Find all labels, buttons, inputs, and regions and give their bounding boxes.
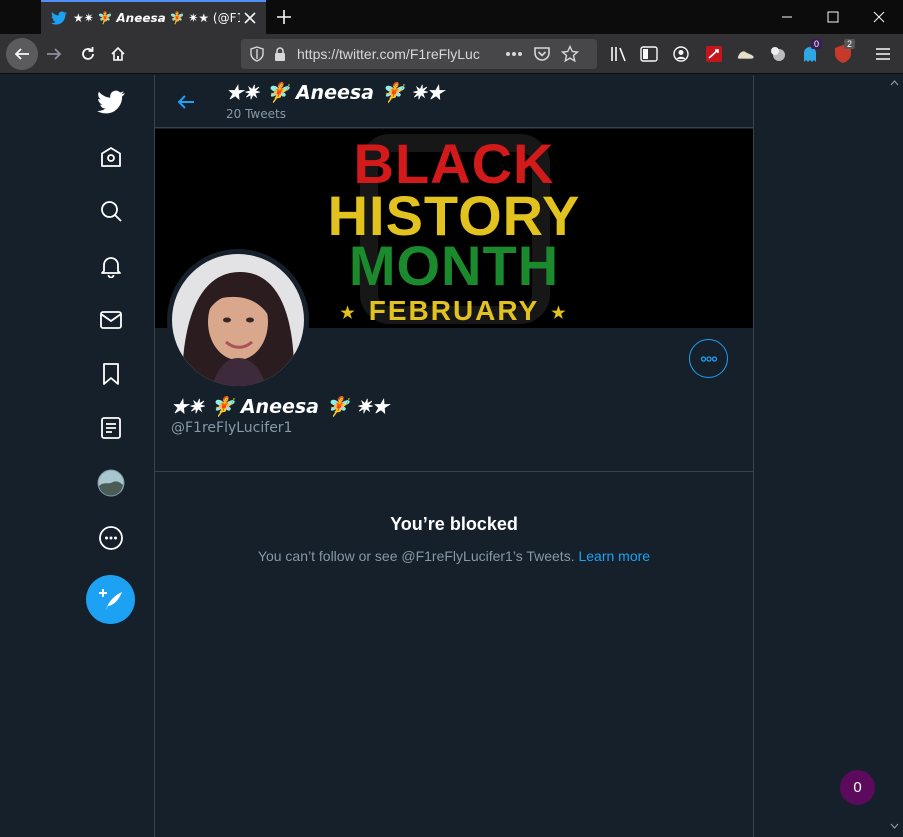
avatar-photo: [172, 254, 304, 386]
ublock-icon[interactable]: 2: [832, 39, 856, 65]
url-text[interactable]: https://twitter.com/F1reFlyLuc: [297, 46, 493, 62]
scroll-up-icon: [890, 80, 899, 86]
ublock-badge: 2: [844, 39, 856, 49]
extension-red-icon[interactable]: [703, 43, 725, 65]
back-button[interactable]: [6, 38, 38, 70]
new-tab-icon[interactable]: [272, 5, 296, 29]
profile-avatar[interactable]: [167, 249, 309, 391]
sidebar-toggle-icon[interactable]: [638, 43, 660, 65]
mail-icon[interactable]: [96, 305, 126, 335]
search-icon[interactable]: [96, 196, 126, 226]
divider: [155, 471, 753, 472]
ghostery-icon[interactable]: 0: [799, 39, 823, 65]
compose-tweet-button[interactable]: [86, 575, 135, 624]
navigation-toolbar: https://twitter.com/F1reFlyLuc 0 2: [0, 34, 903, 74]
profile-more-button[interactable]: [689, 339, 728, 378]
close-tab-icon[interactable]: [240, 8, 260, 28]
ghostery-badge: 0: [811, 39, 823, 49]
account-icon[interactable]: [670, 43, 692, 65]
profile-handle: @F1reFlyLucifer1: [171, 420, 293, 436]
pocket-icon[interactable]: [533, 45, 553, 63]
scroll-down-icon: [890, 823, 899, 829]
hamburger-menu-icon[interactable]: [872, 43, 894, 65]
home-icon[interactable]: [96, 143, 126, 173]
bell-icon[interactable]: [96, 251, 126, 281]
forward-button[interactable]: [38, 38, 70, 70]
profile-header-bar: ★✷ 🧚 𝘼𝙣𝙚𝙚𝙨𝙖 🧚 ✷★ 20 Tweets: [155, 75, 753, 128]
extension-ball-icon[interactable]: [767, 43, 789, 65]
bookmark-icon[interactable]: [96, 359, 126, 389]
header-display-name: ★✷ 🧚 𝘼𝙣𝙚𝙚𝙨𝙖 🧚 ✷★: [226, 82, 444, 104]
main-column: ★✷ 🧚 𝘼𝙣𝙚𝙚𝙨𝙖 🧚 ✷★ 20 Tweets BLACK HISTORY…: [154, 75, 754, 837]
learn-more-link[interactable]: Learn more: [578, 548, 650, 564]
twitter-favicon-icon: [51, 10, 67, 26]
avatar[interactable]: [96, 468, 126, 498]
blocked-message: You can’t follow or see @F1reFlyLucifer1…: [155, 548, 753, 564]
page-scrollbar[interactable]: [886, 75, 903, 837]
floating-counter-badge[interactable]: 0: [840, 770, 875, 805]
banner-line-4-text: FEBRUARY: [368, 295, 540, 326]
twitter-logo-icon[interactable]: [96, 87, 126, 117]
twitter-page: ★✷ 🧚 𝘼𝙣𝙚𝙚𝙨𝙖 🧚 ✷★ 20 Tweets BLACK HISTORY…: [0, 75, 903, 837]
page-actions-icon[interactable]: [505, 51, 525, 57]
close-window-icon[interactable]: [856, 0, 902, 34]
minimize-icon[interactable]: [764, 0, 810, 34]
blocked-message-text: You can’t follow or see @F1reFlyLucifer1…: [257, 548, 575, 564]
more-icon[interactable]: [96, 523, 126, 553]
tracking-shield-icon[interactable]: [249, 46, 265, 62]
reload-icon[interactable]: [72, 38, 104, 70]
tab-title: ★✷ 🧚 𝘼𝙣𝙚𝙚𝙨𝙖 🧚 ✷★ (@F1: [73, 11, 240, 25]
list-icon[interactable]: [96, 413, 126, 443]
compose-icon: [98, 587, 124, 613]
more-dots-icon: [699, 349, 719, 369]
tab-bar: ★✷ 🧚 𝘼𝙣𝙚𝙚𝙨𝙖 🧚 ✷★ (@F1: [0, 0, 903, 34]
star-icon: ★: [340, 304, 357, 322]
back-arrow-icon[interactable]: [173, 89, 199, 115]
home-button-icon[interactable]: [102, 38, 134, 70]
profile-display-name: ★✷ 🧚 𝘼𝙣𝙚𝙚𝙨𝙖 🧚 ✷★: [171, 396, 389, 418]
extension-shoe-icon[interactable]: [735, 43, 757, 65]
browser-tab[interactable]: ★✷ 🧚 𝘼𝙣𝙚𝙚𝙨𝙖 🧚 ✷★ (@F1: [41, 0, 266, 34]
tweet-count: 20 Tweets: [226, 107, 286, 121]
lock-icon[interactable]: [273, 46, 289, 62]
star-icon: ★: [551, 304, 568, 322]
maximize-icon[interactable]: [810, 0, 856, 34]
blocked-title: You’re blocked: [390, 514, 518, 534]
url-bar[interactable]: https://twitter.com/F1reFlyLuc: [241, 39, 597, 69]
library-icon[interactable]: [608, 43, 630, 65]
bookmark-star-icon[interactable]: [561, 45, 581, 63]
